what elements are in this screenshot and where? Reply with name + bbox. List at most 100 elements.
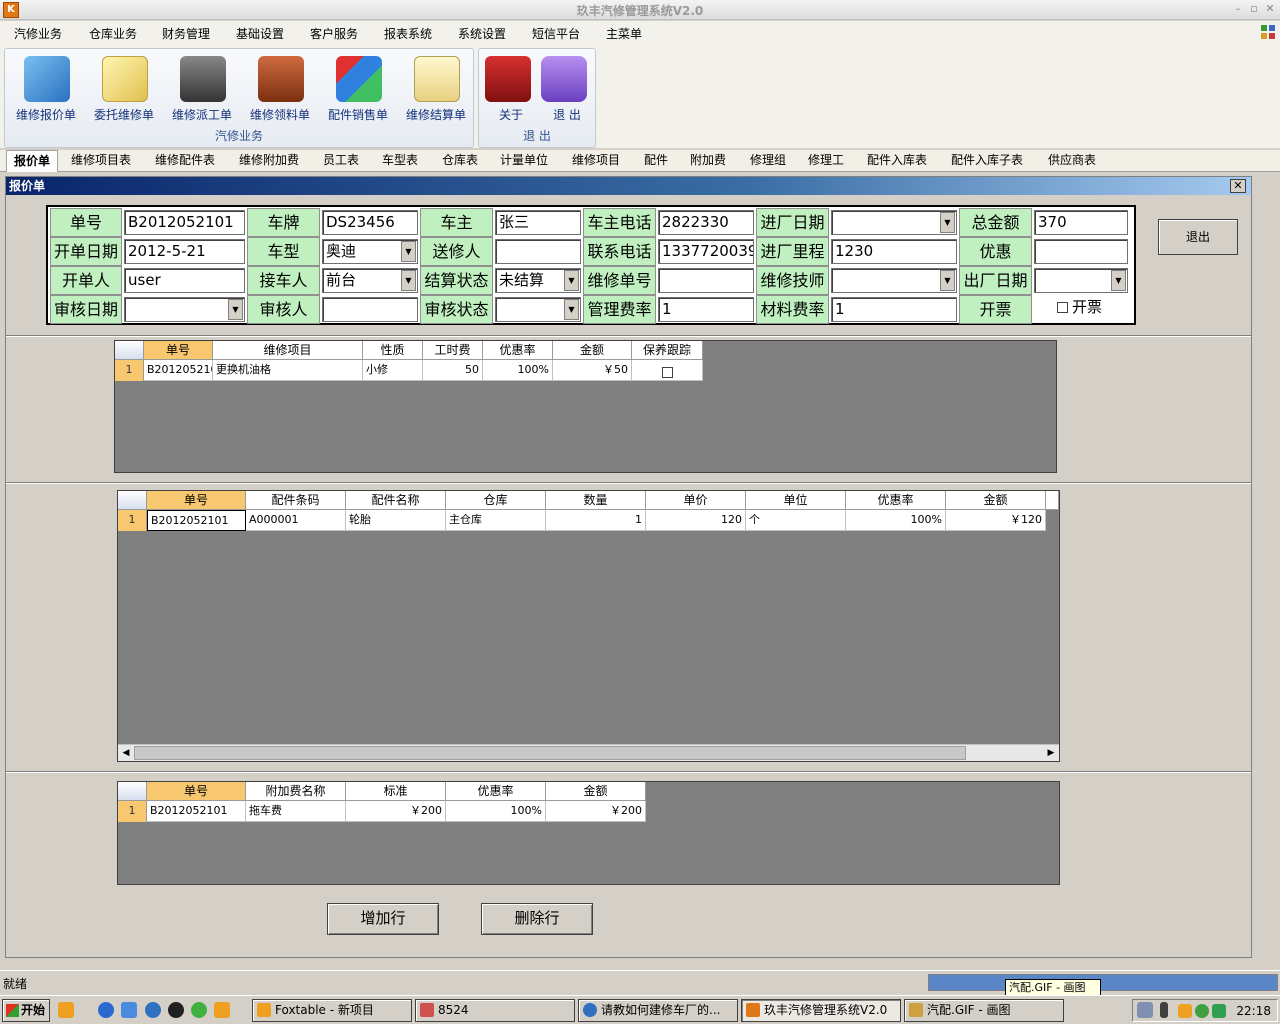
settlement-button[interactable]: 维修结算单: [398, 52, 474, 127]
app-quicklaunch-icon[interactable]: [214, 1002, 230, 1018]
minimize-icon[interactable]: –: [1230, 2, 1246, 16]
table-cell[interactable]: 更换机油格: [213, 360, 363, 381]
tab-units[interactable]: 计量单位: [493, 150, 555, 172]
field-input[interactable]: 370: [1034, 210, 1128, 235]
tab-parts[interactable]: 配件: [637, 150, 675, 172]
maximize-icon[interactable]: ▫: [1246, 2, 1262, 16]
column-header[interactable]: 优惠率: [846, 491, 946, 510]
scroll-thumb[interactable]: [134, 746, 966, 760]
tab-suppliers[interactable]: 供应商表: [1041, 150, 1103, 172]
tab-repair-items-table[interactable]: 维修项目表: [64, 150, 138, 172]
horizontal-scrollbar[interactable]: ◀ ▶: [118, 744, 1059, 761]
row-number[interactable]: 1: [115, 360, 144, 381]
column-header[interactable]: 单位: [746, 491, 846, 510]
table-cell[interactable]: 120: [646, 510, 746, 531]
qq-icon[interactable]: [168, 1002, 184, 1018]
grid-apps-icon[interactable]: [1260, 24, 1276, 40]
field-dropdown[interactable]: 前台 ▼: [322, 268, 418, 293]
field-input[interactable]: [1034, 239, 1128, 264]
column-header[interactable]: 优惠率: [446, 782, 546, 801]
exit-app-button[interactable]: 退 出: [529, 52, 605, 127]
tab-mechanics[interactable]: 修理工: [801, 150, 851, 172]
maintenance-tracking-cell[interactable]: [632, 360, 703, 381]
table-cell[interactable]: 拖车费: [246, 801, 346, 822]
tab-surcharges[interactable]: 附加费: [683, 150, 733, 172]
parts-sales-button[interactable]: 配件销售单: [320, 52, 396, 127]
field-dropdown[interactable]: ▼: [1034, 268, 1128, 293]
table-cell[interactable]: B201205210: [144, 360, 213, 381]
row-number[interactable]: 1: [118, 510, 147, 531]
material-request-button[interactable]: 维修领料单: [242, 52, 318, 127]
column-header[interactable]: 附加费名称: [246, 782, 346, 801]
grid-corner[interactable]: [118, 491, 147, 510]
maintenance-tracking-checkbox[interactable]: [661, 366, 673, 378]
tab-quote[interactable]: 报价单: [6, 150, 59, 172]
column-header[interactable]: 优惠率: [483, 341, 553, 360]
field-input[interactable]: DS23456: [322, 210, 418, 235]
menu-customer-service[interactable]: 客户服务: [310, 25, 358, 42]
column-header[interactable]: 性质: [363, 341, 423, 360]
column-header[interactable]: 配件名称: [346, 491, 446, 510]
explorer-icon[interactable]: [121, 1002, 137, 1018]
task-browser[interactable]: 请教如何建修车厂的...: [578, 999, 738, 1022]
field-input[interactable]: 2012-5-21: [124, 239, 245, 264]
app-quicklaunch-icon[interactable]: [58, 1002, 74, 1018]
field-input[interactable]: 13377200399: [658, 239, 754, 264]
table-cell[interactable]: A000001: [246, 510, 346, 531]
table-cell[interactable]: ￥200: [546, 801, 646, 822]
column-header[interactable]: 维修项目: [213, 341, 363, 360]
column-header[interactable]: 标准: [346, 782, 446, 801]
column-header[interactable]: 仓库: [446, 491, 546, 510]
column-header[interactable]: 金额: [946, 491, 1046, 510]
chevron-down-icon[interactable]: ▼: [564, 270, 579, 291]
chevron-down-icon[interactable]: ▼: [401, 270, 416, 291]
field-input[interactable]: B2012052101: [124, 210, 245, 235]
column-header[interactable]: 金额: [553, 341, 632, 360]
close-icon[interactable]: ✕: [1230, 179, 1246, 193]
browser-icon[interactable]: [145, 1002, 161, 1018]
task-repair-system[interactable]: 玖丰汽修管理系统V2.0: [741, 999, 901, 1022]
entrust-repair-button[interactable]: 委托维修单: [86, 52, 162, 127]
column-header[interactable]: 保养跟踪: [632, 341, 703, 360]
repair-quote-button[interactable]: 维修报价单: [8, 52, 84, 127]
chevron-down-icon[interactable]: ▼: [1111, 270, 1126, 291]
field-input[interactable]: user: [124, 268, 245, 293]
task-foxtable[interactable]: Foxtable - 新项目: [252, 999, 412, 1022]
grid-corner[interactable]: [115, 341, 144, 360]
menu-warehouse[interactable]: 仓库业务: [89, 25, 137, 42]
field-dropdown[interactable]: ▼: [495, 297, 581, 322]
tab-parts-inbound[interactable]: 配件入库表: [860, 150, 934, 172]
field-input[interactable]: 2822330: [658, 210, 754, 235]
table-cell[interactable]: 50: [423, 360, 483, 381]
table-cell[interactable]: 100%: [446, 801, 546, 822]
chevron-down-icon[interactable]: ▼: [564, 299, 579, 320]
invoice-checkbox[interactable]: 开票: [1057, 296, 1125, 321]
menu-finance[interactable]: 财务管理: [162, 25, 210, 42]
table-cell[interactable]: 100%: [483, 360, 553, 381]
ie-icon[interactable]: [98, 1002, 114, 1018]
field-dropdown[interactable]: ▼: [124, 297, 245, 322]
chevron-down-icon[interactable]: ▼: [228, 299, 243, 320]
scroll-right-icon[interactable]: ▶: [1044, 746, 1058, 760]
field-input[interactable]: [322, 297, 418, 322]
menu-main[interactable]: 主菜单: [606, 25, 642, 42]
table-cell[interactable]: B2012052101: [147, 801, 246, 822]
field-input[interactable]: 1: [658, 297, 754, 322]
table-cell[interactable]: 100%: [846, 510, 946, 531]
table-cell[interactable]: 个: [746, 510, 846, 531]
tab-repair-items[interactable]: 维修项目: [565, 150, 627, 172]
menu-basic-settings[interactable]: 基础设置: [236, 25, 284, 42]
qq-tray-icon[interactable]: [1178, 1004, 1192, 1018]
field-input[interactable]: [495, 239, 581, 264]
field-input[interactable]: 张三: [495, 210, 581, 235]
start-button[interactable]: 开始: [2, 999, 50, 1022]
column-header[interactable]: 单号: [144, 341, 213, 360]
chevron-down-icon[interactable]: ▼: [940, 212, 955, 233]
table-cell[interactable]: 轮胎: [346, 510, 446, 531]
table-cell[interactable]: ￥50: [553, 360, 632, 381]
security-icon[interactable]: [191, 1002, 207, 1018]
security-tray-icon[interactable]: [1195, 1004, 1209, 1018]
scroll-left-icon[interactable]: ◀: [119, 746, 133, 760]
field-input[interactable]: [658, 268, 754, 293]
tab-warehouses[interactable]: 仓库表: [435, 150, 485, 172]
